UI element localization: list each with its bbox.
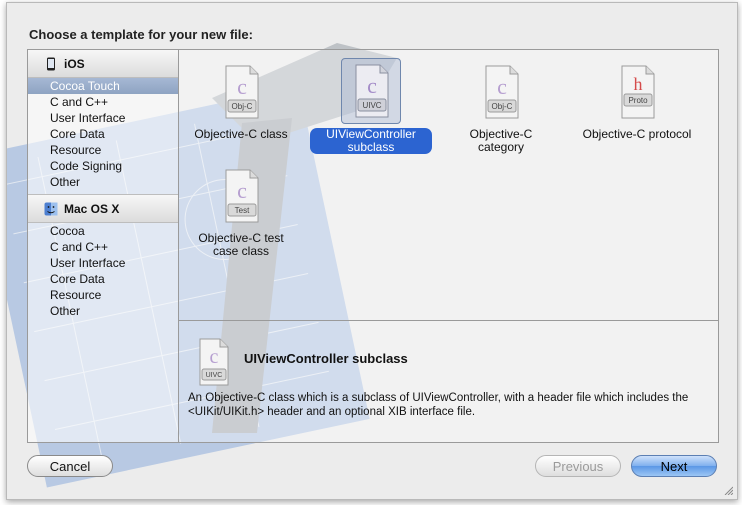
previous-button[interactable]: Previous [535,455,621,477]
sidebar-group-ios[interactable]: iOS [28,50,178,78]
file-badge: Obj-C [492,102,513,111]
platform-sidebar: iOS Cocoa Touch C and C++ User Interface… [28,50,179,442]
objc-category-file-icon: c Obj-C [472,60,530,124]
next-button[interactable]: Next [631,455,717,477]
detail-description: An Objective-C class which is a subclass… [188,392,689,418]
template-label: Objective-C class [194,127,288,141]
svg-text:c: c [237,74,247,99]
template-objc-class[interactable]: c Obj-C Objective-C class [180,60,302,141]
protocol-file-icon: h Proto [608,60,666,124]
sidebar-item-cocoa[interactable]: Cocoa [28,223,178,239]
page-title: Choose a template for your new file: [29,27,253,42]
sidebar-item-user-interface[interactable]: User Interface [28,255,178,271]
sidebar-group-title: Mac OS X [64,201,120,216]
sidebar-item-core-data[interactable]: Core Data [28,271,178,287]
template-grid: c Obj-C Objective-C class c UIVC UIViewC… [178,50,718,320]
sidebar-item-core-data[interactable]: Core Data [28,126,178,142]
test-case-file-icon: c Test [212,164,270,228]
file-badge: Proto [628,96,648,105]
sidebar-item-other[interactable]: Other [28,174,178,190]
sidebar-group-title: iOS [64,56,85,71]
sidebar-item-user-interface[interactable]: User Interface [28,110,178,126]
uivc-file-icon: c UIVC [341,58,401,124]
resize-grip-icon[interactable] [723,485,733,495]
template-label: UIViewController subclass [310,128,432,154]
template-chooser-sheet: Choose a template for your new file: iOS… [6,2,738,500]
svg-text:c: c [497,74,507,99]
detail-title: UIViewController subclass [244,351,408,366]
uivc-file-icon: c UIVC [190,337,238,386]
file-badge: Obj-C [232,102,253,111]
template-objc-test-case-class[interactable]: c Test Objective-C test case class [180,164,302,258]
cancel-button[interactable]: Cancel [27,455,113,477]
iphone-icon [47,57,55,70]
svg-text:h: h [634,74,643,94]
template-label: Objective-C protocol [582,127,692,141]
svg-text:c: c [367,73,377,98]
template-label: Objective-C test case class [198,231,284,258]
sidebar-item-code-signing[interactable]: Code Signing [28,158,178,174]
template-objc-protocol[interactable]: h Proto Objective-C protocol [574,60,700,141]
template-detail-panel: c UIVC UIViewController subclass An Obje… [178,321,718,442]
sidebar-group-mac-os-x[interactable]: Mac OS X [28,194,178,223]
svg-text:c: c [210,346,219,368]
objc-class-file-icon: c Obj-C [212,60,270,124]
file-badge: Test [235,206,250,215]
sidebar-item-c-and-cpp[interactable]: C and C++ [28,239,178,255]
template-objc-category[interactable]: c Obj-C Objective-C category [440,60,562,154]
sidebar-item-resource[interactable]: Resource [28,142,178,158]
template-label: Objective-C category [469,127,533,154]
svg-text:c: c [237,178,247,203]
template-uiviewcontroller-subclass[interactable]: c UIVC UIViewController subclass [310,58,432,154]
sidebar-item-other[interactable]: Other [28,303,178,319]
sidebar-item-resource[interactable]: Resource [28,287,178,303]
finder-icon [44,202,58,215]
template-browser: iOS Cocoa Touch C and C++ User Interface… [27,49,719,443]
sidebar-item-c-and-cpp[interactable]: C and C++ [28,94,178,110]
file-badge: UIVC [206,372,223,379]
sidebar-item-cocoa-touch[interactable]: Cocoa Touch [28,78,178,94]
file-badge: UIVC [362,101,381,110]
